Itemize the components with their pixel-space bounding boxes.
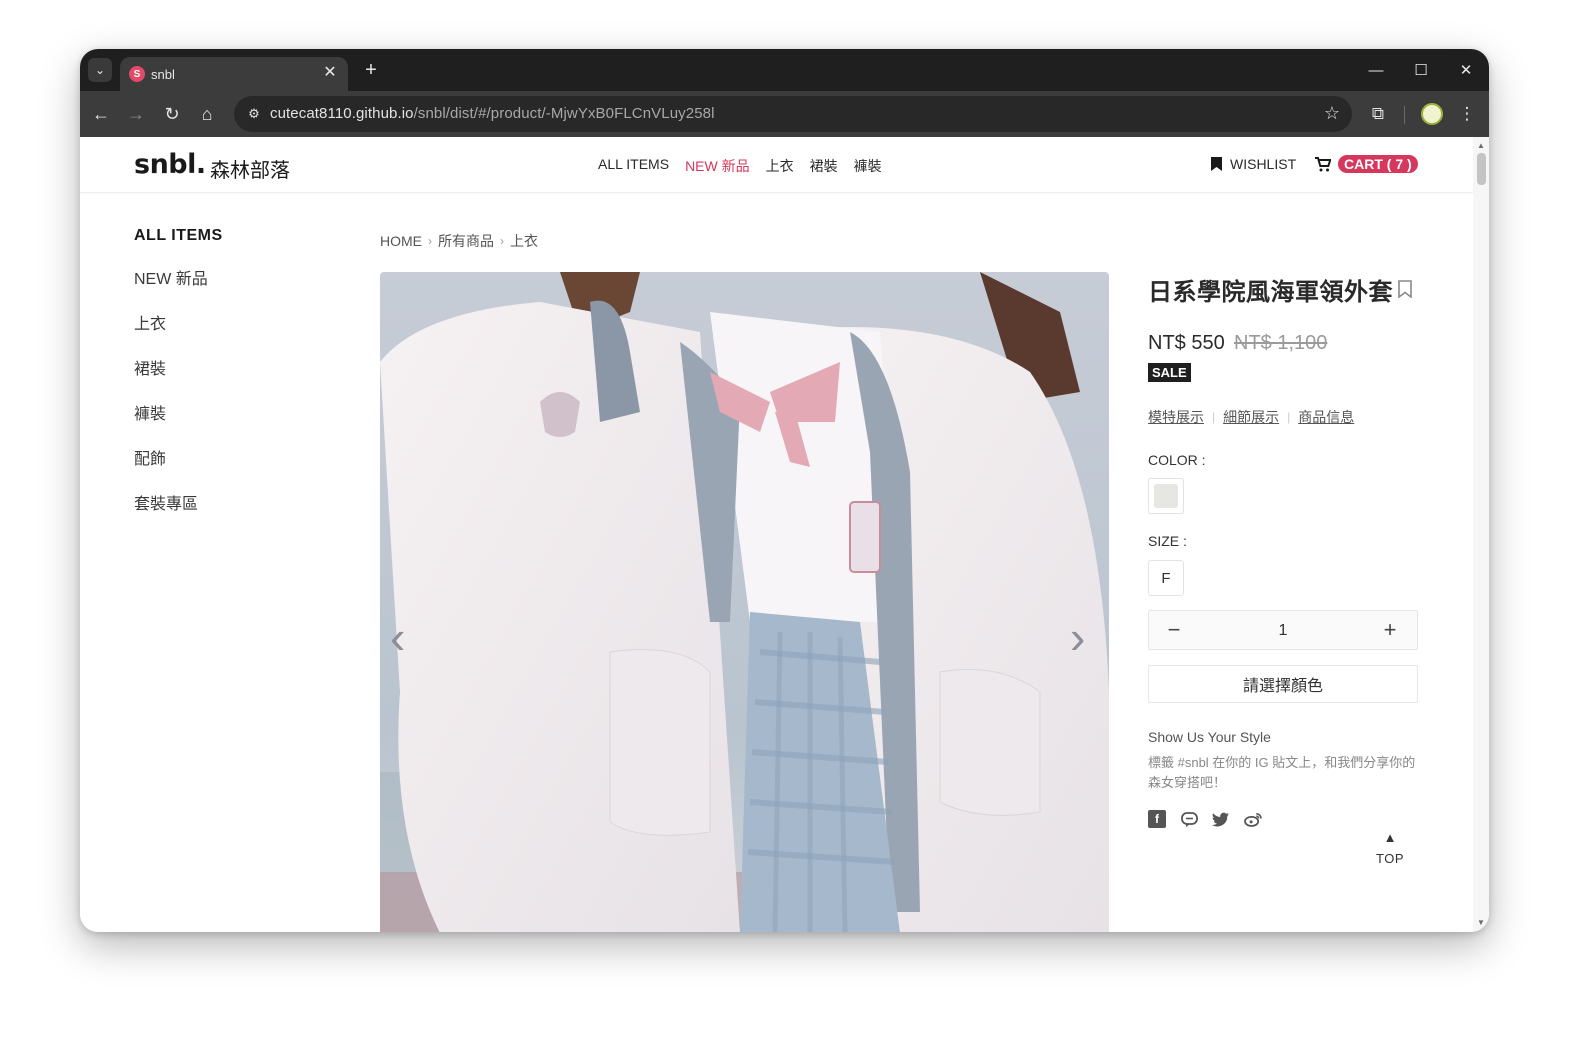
cart-link[interactable]: CART ( 7 ) bbox=[1315, 155, 1418, 173]
select-color-button[interactable]: 請選擇顏色 bbox=[1148, 665, 1418, 703]
gallery-prev-icon[interactable]: ‹ bbox=[390, 610, 405, 664]
site-info-icon[interactable]: ⚙ bbox=[244, 105, 264, 123]
line-icon[interactable] bbox=[1180, 810, 1198, 828]
sidebar-item-tops[interactable]: 上衣 bbox=[134, 310, 223, 334]
style-title: Show Us Your Style bbox=[1148, 729, 1271, 745]
address-bar[interactable]: ⚙ cutecat8110.github.io/snbl/dist/#/prod… bbox=[234, 96, 1352, 132]
site-logo-sub[interactable]: 森林部落 bbox=[210, 154, 290, 183]
breadcrumb: HOME › 所有商品 › 上衣 bbox=[380, 231, 538, 251]
nav-new[interactable]: NEW 新品 bbox=[685, 156, 750, 176]
sale-badge: SALE bbox=[1148, 363, 1191, 382]
home-icon[interactable]: ⌂ bbox=[194, 101, 220, 127]
scroll-up-icon[interactable]: ▲ bbox=[1477, 141, 1485, 150]
wishlist-link[interactable]: WISHLIST bbox=[1211, 156, 1296, 172]
plus-icon[interactable]: + bbox=[1377, 617, 1403, 643]
new-tab-icon[interactable]: + bbox=[359, 58, 383, 82]
cart-icon bbox=[1315, 156, 1331, 171]
page-viewport: snbl. 森林部落 ALL ITEMS NEW 新品 上衣 裙裝 褲裝 WIS… bbox=[80, 137, 1473, 932]
extensions-icon[interactable]: ⧉ bbox=[1365, 101, 1391, 127]
product-original-price: NT$ 1,100 bbox=[1234, 332, 1328, 354]
tab-search-icon[interactable]: ⌄ bbox=[88, 58, 112, 82]
url-text: cutecat8110.github.io/snbl/dist/#/produc… bbox=[270, 105, 715, 122]
tab-model-showcase[interactable]: 模特展示 bbox=[1148, 407, 1204, 427]
tab-close-icon[interactable]: ✕ bbox=[320, 63, 340, 83]
main-nav: ALL ITEMS NEW 新品 上衣 裙裝 褲裝 bbox=[598, 156, 882, 176]
sidebar-heading[interactable]: ALL ITEMS bbox=[134, 227, 223, 245]
menu-kebab-icon[interactable]: ⋮ bbox=[1454, 101, 1480, 127]
weibo-icon[interactable] bbox=[1244, 810, 1262, 828]
color-label: COLOR : bbox=[1148, 452, 1206, 468]
cart-count-badge: CART ( 7 ) bbox=[1338, 155, 1418, 173]
product-info: 日系學院風海軍領外套 NT$ 550 NT$ 1,100 SALE 模特展示 |… bbox=[1148, 272, 1418, 828]
twitter-icon[interactable] bbox=[1212, 810, 1230, 828]
site-favicon-icon: S bbox=[129, 66, 145, 82]
chevron-right-icon: › bbox=[428, 234, 432, 248]
facebook-icon[interactable]: f bbox=[1148, 810, 1166, 828]
product-image-gallery: ‹ › bbox=[380, 272, 1109, 932]
profile-avatar[interactable] bbox=[1421, 103, 1443, 125]
sidebar-item-sets[interactable]: 套裝專區 bbox=[134, 490, 223, 514]
site-header: snbl. 森林部落 ALL ITEMS NEW 新品 上衣 裙裝 褲裝 WIS… bbox=[80, 137, 1473, 193]
size-label: SIZE : bbox=[1148, 533, 1187, 549]
browser-toolbar: ← → ↻ ⌂ ⚙ cutecat8110.github.io/snbl/dis… bbox=[80, 91, 1489, 137]
nav-skirts[interactable]: 裙裝 bbox=[810, 156, 838, 176]
toolbar-divider bbox=[1404, 106, 1405, 124]
bookmark-outline-icon[interactable] bbox=[1398, 280, 1412, 298]
chevron-right-icon: › bbox=[500, 234, 504, 248]
product-photo bbox=[380, 272, 1109, 932]
minimize-icon[interactable]: ― bbox=[1361, 57, 1391, 83]
sidebar-item-new[interactable]: NEW 新品 bbox=[134, 265, 223, 289]
sidebar-item-accessories[interactable]: 配飾 bbox=[134, 445, 223, 469]
wishlist-label: WISHLIST bbox=[1230, 156, 1297, 172]
url-path: /snbl/dist/#/product/-MjwYxB0FLCnVLuy258… bbox=[413, 105, 715, 122]
bookmark-icon bbox=[1211, 157, 1222, 171]
category-sidebar: ALL ITEMS NEW 新品 上衣 裙裝 褲裝 配飾 套裝專區 bbox=[134, 227, 223, 535]
url-host: cutecat8110.github.io bbox=[270, 105, 414, 122]
browser-tab[interactable]: S snbl ✕ bbox=[120, 57, 348, 91]
color-swatch-fill bbox=[1154, 484, 1178, 508]
tab-strip: ⌄ S snbl ✕ + ― ☐ ✕ bbox=[80, 49, 1489, 91]
style-description: 標籤 #snbl 在你的 IG 貼文上，和我們分享你的森女穿搭吧！ bbox=[1148, 755, 1416, 790]
site-logo[interactable]: snbl. bbox=[134, 149, 206, 180]
bookmark-star-icon[interactable]: ☆ bbox=[1324, 103, 1340, 124]
back-icon[interactable]: ← bbox=[88, 101, 114, 127]
nav-tops[interactable]: 上衣 bbox=[766, 156, 794, 176]
sidebar-item-pants[interactable]: 褲裝 bbox=[134, 400, 223, 424]
tab-title: snbl bbox=[151, 67, 175, 82]
size-option[interactable]: F bbox=[1148, 560, 1184, 596]
tab-divider: | bbox=[1287, 410, 1291, 424]
gallery-next-icon[interactable]: › bbox=[1070, 610, 1085, 664]
product-title: 日系學院風海軍領外套 bbox=[1148, 279, 1393, 306]
quantity-stepper: − 1 + bbox=[1148, 610, 1418, 650]
back-to-top-label: TOP bbox=[1376, 851, 1404, 866]
nav-all-items[interactable]: ALL ITEMS bbox=[598, 156, 669, 176]
reload-icon[interactable]: ↻ bbox=[159, 101, 185, 127]
product-detail-tabs: 模特展示 | 細節展示 | 商品信息 bbox=[1148, 407, 1354, 427]
breadcrumb-home[interactable]: HOME bbox=[380, 233, 422, 249]
tab-product-info[interactable]: 商品信息 bbox=[1298, 407, 1354, 427]
close-window-icon[interactable]: ✕ bbox=[1451, 57, 1481, 83]
scroll-thumb[interactable] bbox=[1477, 153, 1486, 185]
breadcrumb-all-products[interactable]: 所有商品 bbox=[438, 231, 494, 251]
social-links: f bbox=[1148, 810, 1262, 828]
maximize-icon[interactable]: ☐ bbox=[1406, 57, 1436, 83]
product-price: NT$ 550 bbox=[1148, 332, 1225, 354]
breadcrumb-current: 上衣 bbox=[510, 233, 538, 249]
caret-up-icon: ▲ bbox=[1383, 830, 1397, 845]
sidebar-item-skirts[interactable]: 裙裝 bbox=[134, 355, 223, 379]
color-swatch[interactable] bbox=[1148, 478, 1184, 514]
nav-pants[interactable]: 褲裝 bbox=[854, 156, 882, 176]
page-scrollbar[interactable]: ▲ ▼ bbox=[1473, 137, 1489, 932]
forward-icon[interactable]: → bbox=[123, 101, 149, 127]
browser-window: ⌄ S snbl ✕ + ― ☐ ✕ ← → ↻ ⌂ ⚙ cutecat8110… bbox=[80, 49, 1489, 932]
tab-divider: | bbox=[1212, 410, 1216, 424]
tab-detail-showcase[interactable]: 細節展示 bbox=[1223, 407, 1279, 427]
back-to-top-button[interactable]: ▲ TOP bbox=[1376, 830, 1404, 867]
scroll-down-icon[interactable]: ▼ bbox=[1477, 918, 1485, 927]
